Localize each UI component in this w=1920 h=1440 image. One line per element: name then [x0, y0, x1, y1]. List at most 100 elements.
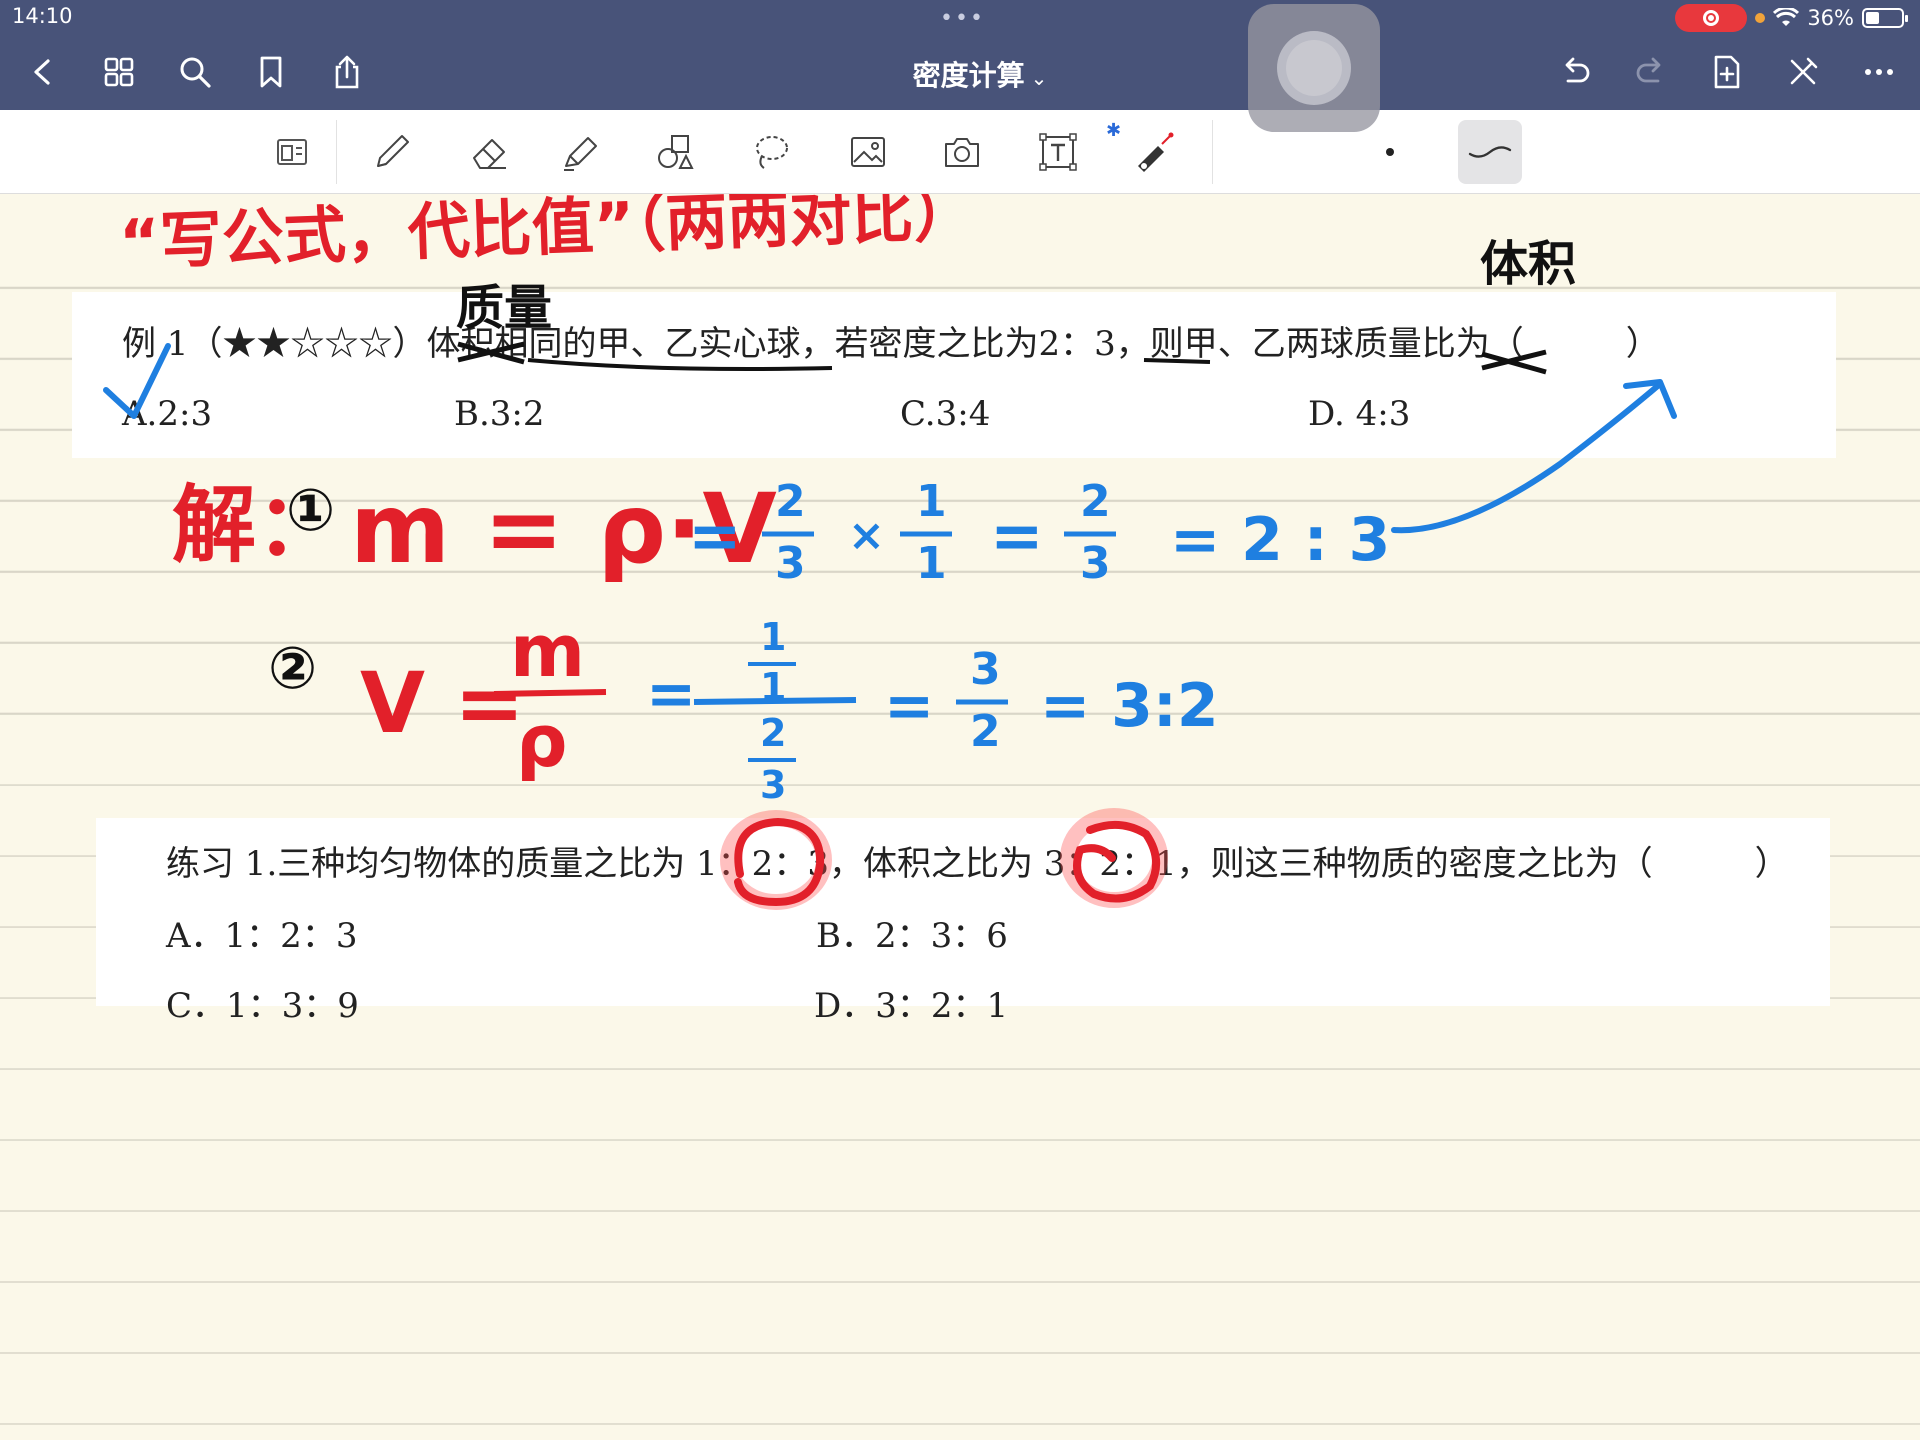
- share-icon: [335, 55, 359, 89]
- step-1-res-num: 2: [1080, 476, 1111, 527]
- assistive-touch-button[interactable]: [1248, 4, 1380, 132]
- undo-icon: [1565, 57, 1590, 83]
- step-1-number: ①: [286, 476, 335, 544]
- image-tool-button[interactable]: [840, 124, 896, 180]
- step-1-times: ×: [848, 510, 885, 561]
- step-2-red-bar: [493, 689, 607, 697]
- step-2-bot-den: 3: [760, 763, 786, 807]
- practice-1-prompt: 练习 1.三种均匀物体的质量之比为 1：2：3，体积之比为 3：2：1，则这三种…: [166, 844, 1789, 884]
- status-time: 14:10: [12, 4, 73, 28]
- pen-icon: [377, 135, 409, 167]
- add-page-button[interactable]: [1702, 48, 1752, 96]
- nav-left-group: [18, 48, 372, 96]
- image-icon: [851, 137, 885, 167]
- example-1-option-b[interactable]: B.3:2: [454, 394, 545, 434]
- page-view-icon: [277, 139, 307, 165]
- more-icon: [1865, 69, 1893, 75]
- example-1-ratio: 2：3: [1038, 324, 1116, 364]
- step-2-lhs: V =: [360, 654, 525, 752]
- step-2-equals-2: =: [884, 671, 934, 741]
- document-title-button[interactable]: 密度计算 ⌄: [880, 54, 1080, 94]
- note-page[interactable]: 例 1（★★☆☆☆）体积相同的甲、乙实心球，若密度之比为2：3，则甲、乙两球质量…: [0, 194, 1920, 1440]
- example-1-prompt-suffix: ，则甲、乙两球质量比为（ ）: [1115, 324, 1660, 364]
- eraser-icon: [473, 139, 506, 169]
- example-1-prompt-prefix: 例 1（★★☆☆☆）体积相同的甲、乙实心球，若密度之比为: [122, 324, 1039, 364]
- share-button[interactable]: [322, 48, 372, 96]
- practice-1-option-c[interactable]: C．1：3：9: [166, 978, 359, 1027]
- step-1-equals: =: [688, 500, 742, 574]
- text-box-icon: [1039, 133, 1077, 171]
- step-2-equals: =: [646, 659, 696, 729]
- step-1-frac-num: 2: [775, 476, 806, 527]
- step-1-one-den: 1: [916, 538, 947, 589]
- step-2-mass: m: [510, 609, 585, 693]
- document-title: 密度计算: [912, 59, 1025, 92]
- step-1-ratio: = 2 : 3: [1170, 505, 1390, 575]
- example-1-option-a[interactable]: A.2:3: [122, 394, 212, 434]
- stroke-curve-icon: [1468, 146, 1512, 158]
- text-tool-button[interactable]: [1030, 124, 1086, 180]
- camera-icon: [945, 138, 979, 167]
- top-bar: 14:10 ••• 36% 密度计算 ⌄: [0, 0, 1920, 110]
- wifi-icon: [1773, 8, 1800, 26]
- pen-tool-button[interactable]: [364, 124, 420, 180]
- step-2-density: ρ: [516, 699, 568, 783]
- shapes-tool-button[interactable]: [648, 124, 704, 180]
- bookmark-button[interactable]: [246, 48, 296, 96]
- screen-recording-icon[interactable]: [1675, 4, 1748, 32]
- shapes-icon: [658, 135, 694, 169]
- practice-1-option-b[interactable]: B．2：3：6: [816, 908, 1008, 957]
- lasso-tool-button[interactable]: [744, 124, 800, 180]
- battery-icon: [1862, 8, 1908, 28]
- step-2-number: ②: [268, 634, 317, 702]
- back-button[interactable]: [18, 48, 68, 96]
- grid-icon: [104, 57, 134, 87]
- bookmark-icon: [260, 56, 282, 88]
- nav-right-group: [1550, 48, 1904, 96]
- step-1-frac-den: 3: [775, 538, 806, 589]
- step-2-ratio: = 3:2: [1040, 671, 1219, 741]
- step-2-res-num: 3: [970, 644, 1001, 695]
- more-button[interactable]: [1854, 48, 1904, 96]
- practice-1-option-d[interactable]: D．3：2：1: [814, 978, 1008, 1027]
- volume-annotation: 体积: [1480, 236, 1576, 292]
- step-2-res-den: 2: [970, 706, 1001, 757]
- step-2-top-den: 1: [760, 665, 786, 709]
- toolbar-toggle-button[interactable]: [1778, 48, 1828, 96]
- page-view-button[interactable]: [264, 124, 320, 180]
- stroke-size-button[interactable]: [1386, 148, 1394, 156]
- chevron-left-icon: [34, 59, 50, 85]
- lasso-icon: [756, 136, 788, 169]
- step-1-res-den: 3: [1080, 538, 1111, 589]
- pen-off-icon: [1790, 57, 1818, 85]
- step-2-top-num: 1: [760, 615, 786, 659]
- laser-pointer-icon: [1138, 132, 1174, 172]
- bluetooth-icon: ✱: [1106, 120, 1122, 141]
- practice-1-option-a[interactable]: A．1：2：3: [166, 908, 357, 957]
- step-1-formula: m = ρ·V: [350, 473, 777, 585]
- example-1-option-d[interactable]: D. 4:3: [1308, 394, 1410, 434]
- search-icon: [180, 57, 211, 88]
- grid-view-button[interactable]: [94, 48, 144, 96]
- heading-annotation: “写公式，代比值”（两两对比）: [118, 194, 977, 279]
- chevron-down-icon: ⌄: [1030, 66, 1048, 90]
- mic-indicator-icon: [1755, 13, 1766, 23]
- stroke-style-button[interactable]: [1458, 120, 1522, 184]
- step-2-bot-num: 2: [760, 711, 786, 755]
- search-button[interactable]: [170, 48, 220, 96]
- add-page-icon: [1714, 55, 1740, 89]
- eraser-tool-button[interactable]: [462, 124, 518, 180]
- battery-percent: 36%: [1807, 6, 1854, 30]
- status-indicators: 36%: [1675, 4, 1908, 32]
- undo-button[interactable]: [1550, 48, 1600, 96]
- redo-button[interactable]: [1626, 48, 1676, 96]
- redo-icon: [1636, 57, 1661, 83]
- example-1-option-c[interactable]: C.3:4: [900, 394, 990, 434]
- step-2-main-bar: [693, 697, 857, 705]
- laser-pointer-button[interactable]: [1124, 124, 1180, 180]
- highlighter-tool-button[interactable]: [552, 124, 608, 180]
- multitask-dots[interactable]: •••: [940, 6, 985, 31]
- step-1-equals-2: =: [990, 500, 1044, 574]
- camera-tool-button[interactable]: [934, 124, 990, 180]
- example-1-prompt: 例 1（★★☆☆☆）体积相同的甲、乙实心球，若密度之比为2：3，则甲、乙两球质量…: [122, 316, 1660, 365]
